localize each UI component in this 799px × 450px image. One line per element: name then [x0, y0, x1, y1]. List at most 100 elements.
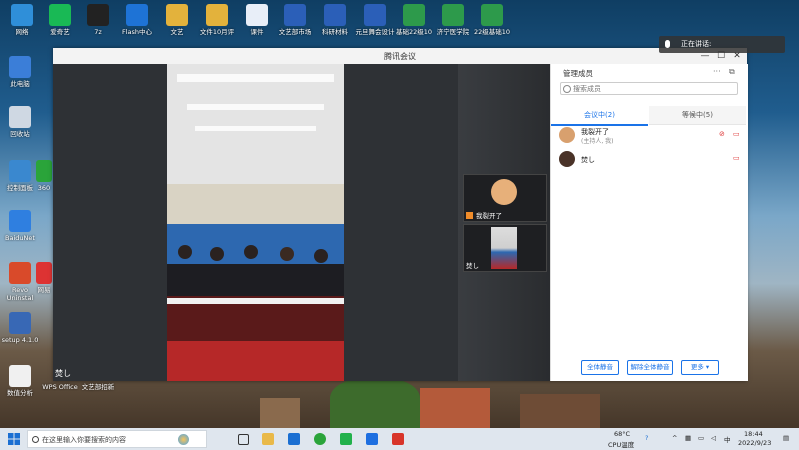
popout-icon[interactable]: ⧉ [729, 67, 735, 77]
desktop-icon-file[interactable]: 数值分析 [0, 365, 42, 397]
help-icon[interactable]: ? [645, 434, 648, 442]
7zip-icon [87, 4, 109, 26]
wechat-icon[interactable] [340, 433, 352, 445]
member-panel[interactable]: 管理成员 ··· ⧉ 会议中(2) 等候中(5) 我裂开了 (主持人, 我) ⊘… [550, 64, 748, 381]
participant-name: 焚し [466, 262, 479, 270]
windows-start-icon[interactable] [8, 433, 20, 445]
search-highlight-icon [178, 434, 189, 445]
desktop-icon-excel[interactable]: 基础22级10 [392, 4, 436, 36]
mail-icon[interactable] [288, 433, 300, 445]
tencent-meeting-icon[interactable] [366, 433, 378, 445]
cpu-temp-label: CPU温度 [608, 441, 635, 449]
desktop-icon-baidunet[interactable]: BaiduNet [0, 210, 42, 242]
member-search-input[interactable] [560, 82, 738, 95]
unmute-all-button[interactable]: 解除全体静音 [627, 360, 673, 375]
wallpaper-house [420, 388, 490, 428]
panel-title: 管理成员 [563, 69, 593, 78]
cpu-temp-value: 68°C [614, 430, 631, 438]
word-doc-icon [324, 4, 346, 26]
desktop-icon-excel[interactable]: 22级基础10 [470, 4, 514, 36]
iqiyi-icon [49, 4, 71, 26]
ime-indicator[interactable]: 中 [724, 434, 731, 444]
mic-muted-icon[interactable]: ⊘ [719, 130, 725, 138]
participant-avatar [491, 179, 517, 205]
desktop-icon-setup[interactable]: setup 4.1.0 [0, 312, 42, 344]
desktop-icon-folder[interactable]: 文件10月评 [195, 4, 239, 36]
member-avatar [559, 151, 575, 167]
host-icon [466, 212, 473, 219]
desktop-icon-flash[interactable]: Flash中心 [115, 4, 159, 36]
tab-waiting[interactable]: 等候中(5) [649, 106, 746, 125]
network-tray-icon[interactable]: ▦ [685, 434, 691, 442]
search-icon [32, 436, 39, 443]
member-role: (主持人, 我) [581, 138, 614, 145]
file-icon [246, 4, 268, 26]
desktop-icon-folder[interactable]: 文艺 [155, 4, 199, 36]
browser-icon[interactable] [314, 433, 326, 445]
meeting-window[interactable]: 腾讯会议 — ☐ ✕ 焚し 我裂开了 焚し 管理成员 ··· ⧉ 搜索成员 会议… [53, 48, 748, 381]
desktop-icon-word[interactable]: 科研材料 [313, 4, 357, 36]
camera-off-icon[interactable]: ▭ [733, 130, 740, 138]
gallery-strip[interactable]: 我裂开了 焚し [458, 64, 550, 381]
speaking-indicator: 正在讲话: [659, 36, 785, 53]
more-button[interactable]: 更多 ▾ [681, 360, 719, 375]
mic-icon [665, 40, 670, 48]
window-title: 腾讯会议 [384, 52, 416, 61]
desktop-icon-word[interactable]: 文艺部招新 [76, 383, 120, 391]
folder-icon [206, 4, 228, 26]
excel-sheet-icon [403, 4, 425, 26]
taskbar-search-box[interactable]: 在这里输入你要搜索的内容 [27, 430, 207, 448]
network-icon [11, 4, 33, 26]
taskbar-search-placeholder: 在这里输入你要搜索的内容 [42, 436, 126, 444]
tray-overflow-icon[interactable]: ^ [672, 434, 677, 442]
taskbar[interactable]: 在这里输入你要搜索的内容 68°C CPU温度 ? ^ ▦ ▭ ◁ 中 18:4… [0, 428, 799, 450]
member-row[interactable]: 焚し ▭ [559, 150, 744, 170]
member-avatar [559, 127, 575, 143]
camera-off-icon[interactable]: ▭ [733, 154, 740, 162]
desktop-icon-recycle-bin[interactable]: 回收站 [0, 106, 42, 138]
folder-icon [166, 4, 188, 26]
control-panel-icon [9, 160, 31, 182]
baidu-netdisk-icon [9, 210, 31, 232]
wps-icon[interactable] [392, 433, 404, 445]
desktop-icon-word[interactable]: 元旦舞会设计 [353, 4, 397, 36]
tab-in-meeting[interactable]: 会议中(2) [551, 106, 648, 126]
word-doc-icon [364, 4, 386, 26]
excel-sheet-icon [481, 4, 503, 26]
participant-thumbnail[interactable]: 我裂开了 [463, 174, 547, 222]
speaker-video[interactable] [167, 64, 344, 381]
desktop-icon-7z[interactable]: 7z [76, 4, 120, 36]
computer-icon [9, 56, 31, 78]
recycle-bin-icon [9, 106, 31, 128]
volume-icon[interactable]: ◁ [711, 434, 716, 442]
clock-time[interactable]: 18:44 [744, 430, 763, 438]
participant-name: 我裂开了 [476, 212, 502, 220]
file-explorer-icon[interactable] [262, 433, 274, 445]
360-icon [36, 160, 52, 182]
member-name: 焚し [581, 156, 595, 164]
wallpaper-house [520, 394, 600, 428]
participant-video [491, 227, 517, 269]
excel-sheet-icon [442, 4, 464, 26]
main-video-area[interactable]: 焚し [53, 64, 458, 381]
desktop-icon-word[interactable]: 文艺部市场 [273, 4, 317, 36]
flash-icon [126, 4, 148, 26]
mute-all-button[interactable]: 全体静音 [581, 360, 619, 375]
speaker-name-label: 焚し [55, 369, 71, 378]
file-icon [9, 365, 31, 387]
notification-icon[interactable]: ▤ [783, 434, 789, 442]
speaking-label: 正在讲话: [681, 40, 712, 48]
wallpaper-tree [330, 378, 420, 428]
window-titlebar[interactable]: 腾讯会议 — ☐ ✕ [53, 48, 747, 65]
revo-uninstaller-icon [9, 262, 31, 284]
task-view-icon[interactable] [238, 434, 249, 445]
participant-thumbnail[interactable]: 焚し [463, 224, 547, 272]
desktop-icon-excel[interactable]: 济宁医学院 [431, 4, 475, 36]
member-row[interactable]: 我裂开了 (主持人, 我) ⊘ ▭ [559, 126, 744, 146]
wallpaper-house [260, 398, 300, 428]
word-doc-icon [284, 4, 306, 26]
desktop-icon-this-pc[interactable]: 此电脑 [0, 56, 42, 88]
more-options-icon[interactable]: ··· [713, 67, 721, 76]
clock-date[interactable]: 2022/9/23 [738, 439, 771, 447]
battery-icon[interactable]: ▭ [698, 434, 704, 442]
